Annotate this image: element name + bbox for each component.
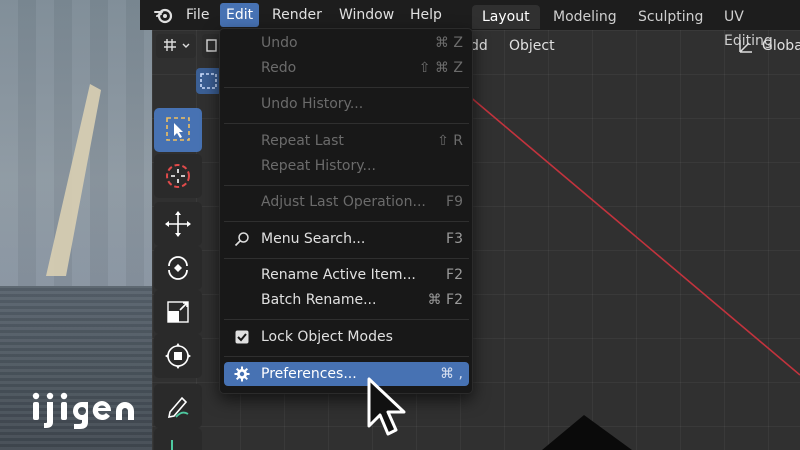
- measure-tool[interactable]: [154, 428, 202, 450]
- menu-separator: [224, 87, 469, 88]
- menu-file[interactable]: File: [180, 3, 215, 27]
- editor-type-button[interactable]: [156, 34, 196, 58]
- mode-icon[interactable]: [202, 34, 220, 58]
- transform-tool[interactable]: [154, 334, 202, 378]
- tab-layout[interactable]: Layout: [472, 5, 540, 29]
- menu-item-shortcut: ⇧ R: [437, 133, 463, 149]
- edit-menu-dropdown: Undo ⌘ Z Redo ⇧ ⌘ Z Undo History... Repe…: [219, 28, 473, 394]
- menu-item-shortcut: F2: [446, 267, 463, 283]
- menu-separator: [224, 258, 469, 259]
- menu-item-batch-rename[interactable]: Batch Rename... ⌘ F2: [224, 288, 469, 312]
- rotate-tool[interactable]: [154, 246, 202, 290]
- menu-item-shortcut: ⇧ ⌘ Z: [418, 60, 463, 76]
- menu-item-lock-object-modes[interactable]: Lock Object Modes: [224, 325, 469, 349]
- search-icon: [234, 231, 250, 247]
- menu-item-shortcut: ⌘ ,: [440, 366, 463, 382]
- mouse-pointer-icon: [367, 377, 406, 436]
- menu-separator: [224, 221, 469, 222]
- menu-item-label: Repeat History...: [261, 158, 376, 174]
- menu-item-shortcut: F9: [446, 194, 463, 210]
- checkbox-checked-icon[interactable]: [234, 329, 250, 345]
- menu-item-label: Adjust Last Operation...: [261, 194, 426, 210]
- top-menu-bar: File Edit Render Window Help Layout Mode…: [140, 0, 800, 49]
- menu-item-shortcut: ⌘ Z: [434, 35, 463, 51]
- menu-item-undo-history[interactable]: Undo History...: [224, 92, 469, 116]
- menu-item-label: Batch Rename...: [261, 292, 377, 308]
- blender-window: File Edit Render Window Help Layout Mode…: [0, 0, 800, 450]
- tab-sculpting[interactable]: Sculpting: [628, 5, 713, 29]
- menu-item-label: Redo: [261, 60, 297, 76]
- select-box-tool[interactable]: [154, 108, 202, 152]
- x-axis-line: [461, 89, 800, 376]
- menu-item-label: Lock Object Modes: [261, 329, 393, 345]
- menu-item-label: Preferences...: [261, 366, 357, 382]
- menu-separator: [224, 185, 469, 186]
- menu-item-label: Undo History...: [261, 96, 364, 112]
- light-beam-shape: [46, 84, 101, 276]
- blender-logo-icon[interactable]: [154, 5, 174, 25]
- object-menu[interactable]: Object: [509, 34, 555, 58]
- gear-icon: [234, 366, 250, 382]
- menu-item-menu-search[interactable]: Menu Search... F3: [224, 227, 469, 251]
- menu-separator: [224, 319, 469, 320]
- ijigen-logo: [32, 392, 134, 429]
- menu-item-label: Menu Search...: [261, 231, 366, 247]
- menu-separator: [224, 123, 469, 124]
- tab-modeling[interactable]: Modeling: [543, 5, 627, 29]
- move-tool[interactable]: [154, 202, 202, 246]
- annotate-tool[interactable]: [154, 384, 202, 428]
- menu-item-redo[interactable]: Redo ⇧ ⌘ Z: [224, 56, 469, 80]
- menu-separator: [224, 356, 469, 357]
- orientation-icon: [736, 36, 756, 56]
- menu-item-preferences[interactable]: Preferences... ⌘ ,: [224, 362, 469, 386]
- menu-item-adjust-last-operation[interactable]: Adjust Last Operation... F9: [224, 190, 469, 214]
- scale-tool[interactable]: [154, 290, 202, 334]
- tab-uv-editing[interactable]: UV Editing: [714, 5, 800, 49]
- menu-item-label: Undo: [261, 35, 298, 51]
- menu-item-repeat-last[interactable]: Repeat Last ⇧ R: [224, 129, 469, 153]
- menu-item-label: Rename Active Item...: [261, 267, 416, 283]
- menu-item-shortcut: ⌘ F2: [427, 292, 463, 308]
- menu-item-label: Repeat Last: [261, 133, 344, 149]
- menu-item-undo[interactable]: Undo ⌘ Z: [224, 31, 469, 55]
- menu-item-shortcut: F3: [446, 231, 463, 247]
- menu-item-rename-active-item[interactable]: Rename Active Item... F2: [224, 263, 469, 287]
- background-photo: [0, 0, 152, 450]
- menu-item-repeat-history[interactable]: Repeat History...: [224, 154, 469, 178]
- orientation-dropdown[interactable]: Globa: [762, 34, 800, 58]
- menu-render[interactable]: Render: [266, 3, 328, 27]
- menu-window[interactable]: Window: [333, 3, 400, 27]
- menu-edit[interactable]: Edit: [220, 3, 260, 27]
- cursor-tool[interactable]: [154, 154, 202, 198]
- dark-object-corner: [542, 415, 632, 450]
- menu-help[interactable]: Help: [404, 3, 448, 27]
